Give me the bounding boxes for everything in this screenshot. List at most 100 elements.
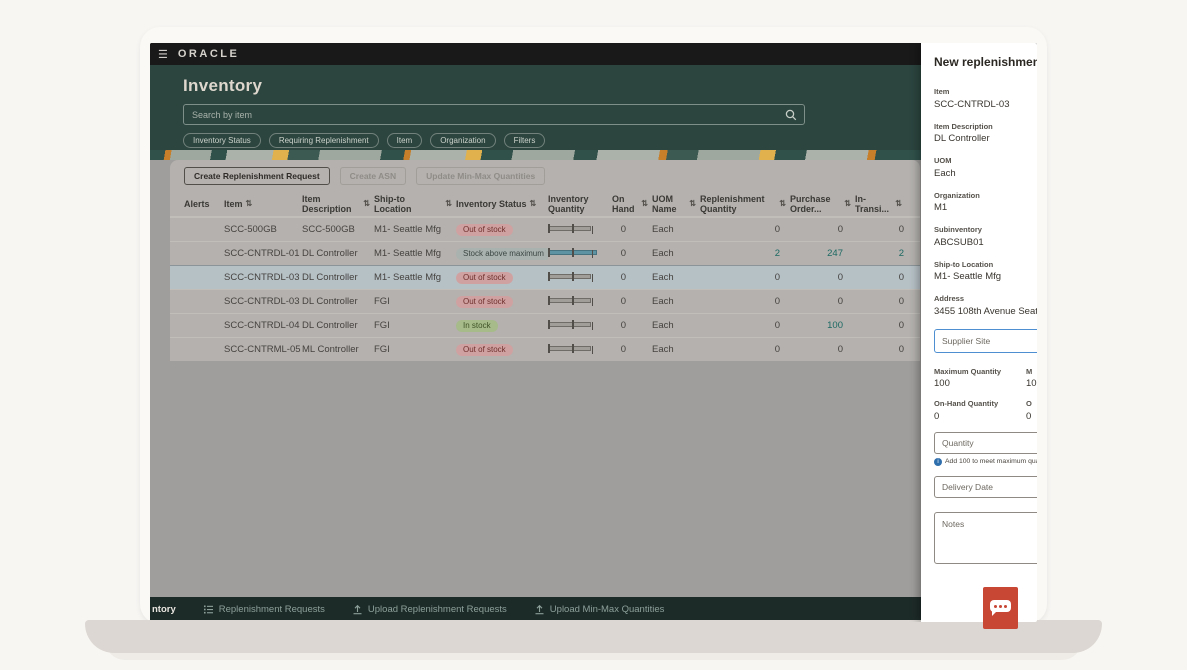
table-row[interactable]: SCC-CNTRDL-01 DL Controller M1- Seattle … — [170, 241, 920, 265]
column-header-label: Item Description — [302, 194, 360, 215]
cell-ship-to-location: M1- Seattle Mfg — [374, 272, 456, 283]
column-header-in-transit[interactable]: In-Transi...⇅ — [855, 194, 906, 215]
field-label: UOM — [934, 156, 1037, 165]
sort-icon[interactable]: ⇅ — [530, 199, 537, 208]
maximum-quantity-field: Maximum Quantity 100 — [934, 367, 1026, 390]
cell-in-transit: 0 — [855, 272, 906, 283]
cell-in-transit: 0 — [855, 320, 906, 331]
column-header-ship-to-location[interactable]: Ship-to Location⇅ — [374, 194, 456, 215]
filter-chip-row: Inventory Status Requiring Replenishment… — [183, 133, 921, 148]
purchase-order-link[interactable]: 247 — [827, 248, 843, 259]
sort-icon[interactable]: ⇅ — [641, 199, 648, 208]
field-value: Each — [934, 168, 1037, 179]
cell-inventory-status: Out of stock — [456, 224, 548, 236]
supplier-site-input[interactable] — [934, 329, 1037, 353]
table-row[interactable]: SCC-CNTRDL-03 DL Controller FGI Out of s… — [170, 289, 920, 313]
field-value: DL Controller — [934, 133, 1037, 144]
field-label: Item — [934, 87, 1037, 96]
column-header-replenishment-quantity[interactable]: Replenishment Quantity⇅ — [700, 194, 790, 215]
sort-icon[interactable]: ⇅ — [895, 199, 902, 208]
inventory-quantity-chart — [548, 223, 598, 234]
cell-in-transit: 2 — [855, 248, 906, 259]
cell-inventory-status: Out of stock — [456, 296, 548, 308]
field-value: 100 — [934, 378, 1026, 389]
column-header-uom-name[interactable]: UOM Name⇅ — [652, 194, 700, 215]
speech-bubble-tail — [992, 611, 997, 616]
cell-item: SCC-CNTRML-05 — [224, 344, 302, 355]
inventory-quantity-chart — [548, 247, 598, 258]
quantity-input[interactable] — [934, 432, 1037, 454]
sort-icon[interactable]: ⇅ — [246, 199, 253, 208]
cell-uom-name: Each — [652, 320, 700, 331]
field-label: Organization — [934, 191, 1037, 200]
tab-upload-min-max-quantities[interactable]: Upload Min-Max Quantities — [534, 604, 665, 615]
in-transit-value: 0 — [899, 224, 904, 235]
search-input[interactable] — [184, 110, 785, 120]
in-transit-link[interactable]: 2 — [899, 248, 904, 259]
column-header-label: On Hand — [612, 194, 638, 215]
filter-chip-requiring-replenishment[interactable]: Requiring Replenishment — [269, 133, 379, 148]
tab-inventory[interactable]: ntory — [152, 604, 176, 615]
hamburger-menu-icon[interactable]: ☰ — [158, 48, 168, 61]
delivery-date-input[interactable] — [934, 476, 1037, 498]
cell-ship-to-location: FGI — [374, 320, 456, 331]
cell-item: SCC-CNTRDL-04 — [224, 320, 302, 331]
filter-chip-filters[interactable]: Filters — [504, 133, 546, 148]
table-row[interactable]: SCC-500GB SCC-500GB M1- Seattle Mfg Out … — [170, 217, 920, 241]
column-header-item[interactable]: Item⇅ — [224, 199, 302, 209]
column-header-item-description[interactable]: Item Description⇅ — [302, 194, 374, 215]
replenishment-quantity-link[interactable]: 2 — [775, 248, 780, 259]
sort-icon[interactable]: ⇅ — [844, 199, 851, 208]
chat-button[interactable] — [983, 587, 1018, 629]
field-label: Maximum Quantity — [934, 367, 1026, 376]
filter-chip-organization[interactable]: Organization — [430, 133, 495, 148]
table-row[interactable]: SCC-CNTRML-05 ML Controller FGI Out of s… — [170, 337, 920, 361]
column-header-on-hand[interactable]: On Hand⇅ — [612, 194, 652, 215]
cell-in-transit: 0 — [855, 344, 906, 355]
field-value: 10 — [1026, 378, 1037, 389]
sort-icon[interactable]: ⇅ — [689, 199, 696, 208]
filter-chip-inventory-status[interactable]: Inventory Status — [183, 133, 261, 148]
cell-item-description: DL Controller — [302, 296, 374, 307]
sort-icon[interactable]: ⇅ — [445, 199, 452, 208]
update-min-max-quantities-button[interactable]: Update Min-Max Quantities — [416, 167, 545, 185]
notes-textarea[interactable] — [934, 512, 1037, 564]
cell-on-hand: 0 — [612, 296, 652, 307]
cell-replenishment-quantity: 0 — [700, 320, 790, 331]
status-badge: Out of stock — [456, 272, 513, 284]
create-replenishment-request-button[interactable]: Create Replenishment Request — [184, 167, 330, 185]
drawer-field-organization: Organization M1 — [934, 191, 1037, 214]
cell-item-description: DL Controller — [302, 272, 374, 283]
purchase-order-link[interactable]: 100 — [827, 320, 843, 331]
upload-icon — [352, 604, 363, 615]
cell-inventory-quantity — [548, 295, 612, 309]
create-asn-button[interactable]: Create ASN — [340, 167, 406, 185]
page-background: ☰ ORACLE Inventory Inventory Status Requ… — [0, 0, 1187, 670]
cell-on-hand: 0 — [612, 272, 652, 283]
column-header-purchase-order[interactable]: Purchase Order...⇅ — [790, 194, 855, 215]
search-box — [183, 104, 805, 125]
table-row[interactable]: SCC-CNTRDL-04 DL Controller FGI In stock… — [170, 313, 920, 337]
field-value: 3455 108th Avenue Seattle W — [934, 306, 1037, 317]
cell-purchase-order: 0 — [790, 296, 855, 307]
clipped-quantity-field: M 10 — [1026, 367, 1037, 390]
sort-icon[interactable]: ⇅ — [779, 199, 786, 208]
inventory-quantity-chart — [548, 271, 598, 282]
cell-inventory-status: Stock above maximum — [456, 248, 548, 260]
tab-replenishment-requests[interactable]: Replenishment Requests — [203, 604, 325, 615]
tab-label: ntory — [152, 604, 176, 615]
column-header-inventory-status[interactable]: Inventory Status⇅ — [456, 199, 548, 209]
column-header-label: Inventory Quantity — [548, 194, 608, 215]
tab-label: Replenishment Requests — [219, 604, 325, 615]
column-header-alerts: Alerts⇅ — [184, 199, 224, 209]
replenishment-quantity-value: 0 — [775, 296, 780, 307]
filter-chip-item[interactable]: Item — [387, 133, 423, 148]
cell-purchase-order: 0 — [790, 272, 855, 283]
app-screen: ☰ ORACLE Inventory Inventory Status Requ… — [150, 43, 1037, 622]
drawer-field-item: Item SCC-CNTRDL-03 — [934, 87, 1037, 110]
sort-icon[interactable]: ⇅ — [363, 199, 370, 208]
search-icon[interactable] — [785, 109, 797, 121]
bottom-tab-bar: ntory Replenishment Requests Upload Repl… — [150, 597, 921, 622]
table-row-selected[interactable]: SCC-CNTRDL-03 DL Controller M1- Seattle … — [170, 265, 920, 289]
tab-upload-replenishment-requests[interactable]: Upload Replenishment Requests — [352, 604, 507, 615]
